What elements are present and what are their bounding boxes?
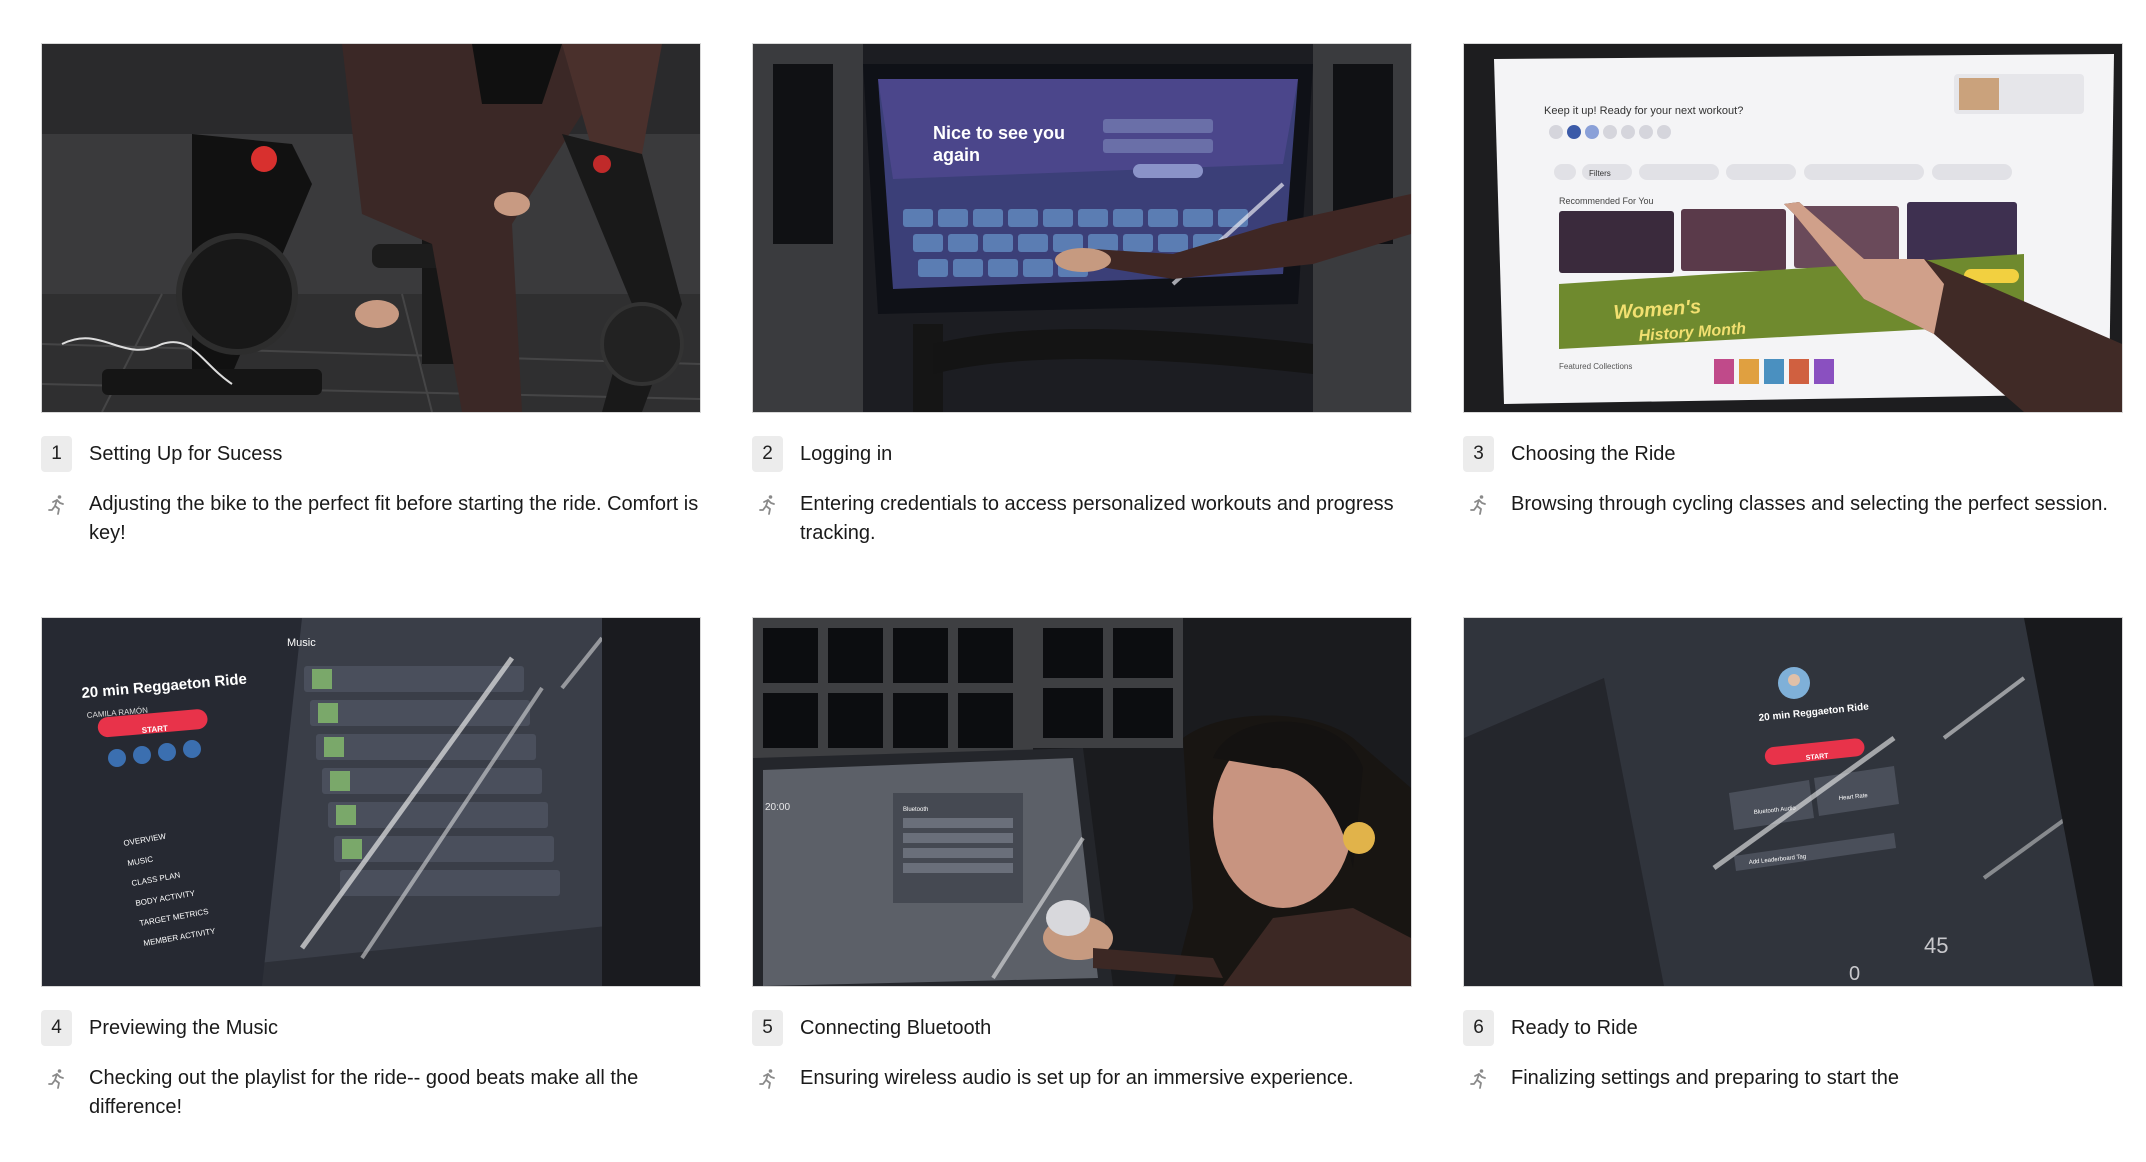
runner-icon (41, 490, 72, 520)
svg-text:45: 45 (1924, 933, 1948, 958)
step-description-row-4: Checking out the playlist for the ride--… (41, 1064, 701, 1122)
step-title: Logging in (800, 442, 893, 465)
bluetooth-connect-photo: 20:00 Bluetooth (753, 618, 1411, 986)
step-header-6: 6 Ready to Ride (1463, 1008, 1638, 1048)
step-number-badge: 6 (1463, 1010, 1494, 1046)
step-photo-4: 20 min Reggaeton Ride CAMILA RAMÓN START… (41, 617, 701, 987)
step-number-badge: 1 (41, 436, 72, 472)
photo-text-greeting: Nice to see you (933, 123, 1065, 143)
step-photo-3: Keep it up! Ready for your next workout?… (1463, 43, 2123, 413)
step-photo-1 (41, 43, 701, 413)
step-title: Connecting Bluetooth (800, 1016, 992, 1039)
bike-setup-photo (42, 44, 700, 412)
svg-text:Featured Collections: Featured Collections (1559, 362, 1632, 371)
step-title: Ready to Ride (1511, 1016, 1638, 1039)
step-card-3: Keep it up! Ready for your next workout?… (1463, 43, 2123, 551)
ready-to-ride-photo: 20 min Reggaeton Ride START Bluetooth Au… (1464, 618, 2122, 986)
step-description: Checking out the playlist for the ride--… (89, 1067, 639, 1118)
step-header-1: 1 Setting Up for Sucess (41, 434, 282, 474)
step-header-3: 3 Choosing the Ride (1463, 434, 1676, 474)
step-header-2: 2 Logging in (752, 434, 892, 474)
step-description-row-2: Entering credentials to access personali… (752, 490, 1412, 548)
svg-text:Music: Music (287, 637, 316, 649)
step-number-badge: 2 (752, 436, 783, 472)
music-preview-photo: 20 min Reggaeton Ride CAMILA RAMÓN START… (42, 618, 700, 986)
runner-icon (1463, 1064, 1494, 1094)
runner-icon (1463, 490, 1494, 520)
step-number-badge: 4 (41, 1010, 72, 1046)
step-header-4: 4 Previewing the Music (41, 1008, 278, 1048)
step-description: Adjusting the bike to the perfect fit be… (89, 493, 699, 544)
svg-text:again: again (933, 145, 980, 165)
step-header-5: 5 Connecting Bluetooth (752, 1008, 991, 1048)
step-description: Ensuring wireless audio is set up for an… (800, 1067, 1354, 1089)
svg-text:Recommended For You: Recommended For You (1559, 196, 1654, 206)
step-card-4: 20 min Reggaeton Ride CAMILA RAMÓN START… (41, 617, 701, 1125)
step-title: Previewing the Music (89, 1016, 278, 1039)
login-screen-photo: Nice to see you again (753, 44, 1411, 412)
step-photo-2: Nice to see you again (752, 43, 1412, 413)
steps-grid: 1 Setting Up for Sucess Adjusting the bi… (41, 43, 2123, 1125)
step-description-row-5: Ensuring wireless audio is set up for an… (752, 1064, 1412, 1094)
runner-icon (752, 1064, 783, 1094)
step-number-badge: 5 (752, 1010, 783, 1046)
step-card-2: Nice to see you again 2 Logging in Enter… (752, 43, 1412, 551)
svg-text:Bluetooth: Bluetooth (903, 807, 928, 813)
step-card-1: 1 Setting Up for Sucess Adjusting the bi… (41, 43, 701, 551)
step-title: Setting Up for Sucess (89, 442, 283, 465)
step-card-6: 20 min Reggaeton Ride START Bluetooth Au… (1463, 617, 2123, 1125)
svg-text:Keep it up! Ready for your nex: Keep it up! Ready for your next workout? (1544, 105, 1743, 117)
svg-text:20:00: 20:00 (765, 802, 790, 813)
step-description-row-3: Browsing through cycling classes and sel… (1463, 490, 2123, 520)
step-number-badge: 3 (1463, 436, 1494, 472)
step-description: Entering credentials to access personali… (800, 493, 1394, 544)
runner-icon (752, 490, 783, 520)
svg-text:Filters: Filters (1589, 169, 1611, 178)
step-description: Browsing through cycling classes and sel… (1511, 493, 2108, 515)
runner-icon (41, 1064, 72, 1094)
class-browse-photo: Keep it up! Ready for your next workout?… (1464, 44, 2122, 412)
step-photo-6: 20 min Reggaeton Ride START Bluetooth Au… (1463, 617, 2123, 987)
step-card-5: 20:00 Bluetooth 5 Connecting Bluetooth E… (752, 617, 1412, 1125)
step-description: Finalizing settings and preparing to sta… (1511, 1067, 1899, 1089)
step-title: Choosing the Ride (1511, 442, 1676, 465)
step-description-row-6: Finalizing settings and preparing to sta… (1463, 1064, 2123, 1094)
step-photo-5: 20:00 Bluetooth (752, 617, 1412, 987)
step-description-row-1: Adjusting the bike to the perfect fit be… (41, 490, 701, 548)
svg-text:0: 0 (1849, 963, 1860, 985)
